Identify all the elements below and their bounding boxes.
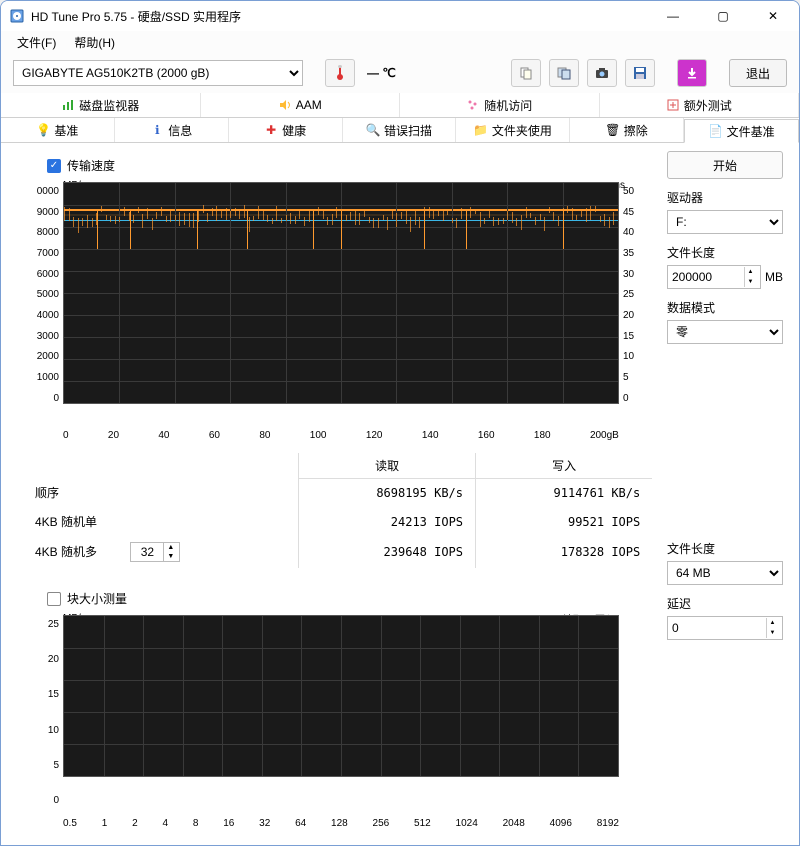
tab-random-access[interactable]: 随机访问	[400, 93, 600, 117]
app-icon	[9, 8, 25, 24]
rnd1-write: 99521 IOPS	[476, 507, 653, 536]
exit-button[interactable]: 退出	[729, 59, 787, 87]
filelen2-select[interactable]: 64 MB	[667, 561, 783, 585]
tab-health[interactable]: ✚健康	[229, 118, 343, 142]
save-icon[interactable]	[625, 59, 655, 87]
tab-extra-tests[interactable]: 额外测试	[600, 93, 800, 117]
file-icon: 📄	[709, 124, 723, 138]
transfer-speed-label: 传输速度	[67, 157, 115, 174]
seq-write: 9114761 KB/s	[476, 478, 653, 507]
rndm-write: 178328 IOPS	[476, 536, 653, 568]
tab-error-scan[interactable]: 🔍错误扫描	[343, 118, 457, 142]
filelen-label: 文件长度	[667, 244, 783, 261]
x-axis-2: 0.512481632641282565121024204840968192	[17, 814, 655, 829]
toolbar: GIGABYTE AG510K2TB (2000 gB) — ℃ 退出	[1, 53, 799, 93]
delay-input[interactable]: ▲▼	[667, 616, 783, 640]
block-chart: MB/s 读取 写入 2520151050	[17, 615, 655, 810]
temperature-value: — ℃	[367, 66, 396, 80]
dots-icon	[466, 98, 480, 112]
tab-file-benchmark[interactable]: 📄文件基准	[684, 119, 799, 143]
transfer-speed-row: ✓ 传输速度	[47, 157, 655, 174]
filelen-unit: MB	[765, 270, 783, 284]
close-button[interactable]: ✕	[751, 2, 795, 30]
rndm-read: 239648 IOPS	[299, 536, 476, 568]
screenshot-icon[interactable]	[587, 59, 617, 87]
main-panel: ✓ 传输速度 MB/s ms 0000900080007000600050004…	[17, 151, 655, 829]
maximize-button[interactable]: ▢	[701, 2, 745, 30]
tab-erase[interactable]: 🗑擦除	[570, 118, 684, 142]
search-icon: 🔍	[366, 123, 380, 137]
chart-icon	[61, 98, 75, 112]
bulb-icon: 💡	[36, 123, 50, 137]
block-size-row: 块大小测量	[47, 590, 655, 607]
queue-depth-spinner[interactable]: ▲▼	[130, 542, 180, 562]
y-axis-left-2: 2520151050	[17, 615, 63, 810]
speaker-icon	[278, 98, 292, 112]
menu-file[interactable]: 文件(F)	[9, 32, 64, 53]
copy-text-icon[interactable]	[511, 59, 541, 87]
delay-label: 延迟	[667, 595, 783, 612]
drive-select[interactable]: GIGABYTE AG510K2TB (2000 gB)	[13, 60, 303, 86]
rnd1-read: 24213 IOPS	[299, 507, 476, 536]
plot-area-2	[63, 615, 619, 777]
drive-label: 驱动器	[667, 189, 783, 206]
side-panel: 开始 驱动器 F: 文件长度 ▲▼ MB 数据模式 零 文件长度 64 MB	[667, 151, 783, 829]
filelen2-label: 文件长度	[667, 540, 783, 557]
download-icon[interactable]	[677, 59, 707, 87]
transfer-speed-checkbox[interactable]: ✓	[47, 159, 61, 173]
folder-icon: 📁	[474, 123, 488, 137]
y-axis-right: 50454035302520151050	[619, 182, 655, 422]
content: ✓ 传输速度 MB/s ms 0000900080007000600050004…	[1, 143, 799, 845]
pattern-label: 数据模式	[667, 299, 783, 316]
tabs-bottom: 💡基准 ℹ信息 ✚健康 🔍错误扫描 📁文件夹使用 🗑擦除 📄文件基准	[1, 118, 799, 143]
seq-read: 8698195 KB/s	[299, 478, 476, 507]
row-sequential: 顺序 8698195 KB/s 9114761 KB/s	[27, 478, 652, 507]
copy-screenshot-icon[interactable]	[549, 59, 579, 87]
health-icon: ✚	[264, 123, 278, 137]
plot-area-1	[63, 182, 619, 404]
menubar: 文件(F) 帮助(H)	[1, 31, 799, 53]
window-title: HD Tune Pro 5.75 - 硬盘/SSD 实用程序	[31, 8, 645, 25]
block-size-label: 块大小测量	[67, 590, 127, 607]
row-4k-single: 4KB 随机单 24213 IOPS 99521 IOPS	[27, 507, 652, 536]
trash-icon: 🗑	[606, 123, 620, 137]
transfer-chart: MB/s ms 00009000800070006000500040003000…	[17, 182, 655, 422]
filelen-input[interactable]: ▲▼	[667, 265, 761, 289]
tab-aam[interactable]: AAM	[201, 93, 401, 117]
titlebar: HD Tune Pro 5.75 - 硬盘/SSD 实用程序 — ▢ ✕	[1, 1, 799, 31]
pattern-select[interactable]: 零	[667, 320, 783, 344]
app-window: HD Tune Pro 5.75 - 硬盘/SSD 实用程序 — ▢ ✕ 文件(…	[0, 0, 800, 846]
start-button[interactable]: 开始	[667, 151, 783, 179]
tab-info[interactable]: ℹ信息	[115, 118, 229, 142]
tab-folder-usage[interactable]: 📁文件夹使用	[456, 118, 570, 142]
y-axis-left: 0000900080007000600050004000300020001000…	[17, 182, 63, 422]
block-size-checkbox[interactable]	[47, 592, 61, 606]
col-write: 写入	[476, 453, 653, 479]
row-4k-multi: 4KB 随机多 ▲▼ 239648 IOPS 178328 IOPS	[27, 536, 652, 568]
tabs-top: 磁盘监视器 AAM 随机访问 额外测试	[1, 93, 799, 118]
tab-disk-monitor[interactable]: 磁盘监视器	[1, 93, 201, 117]
temperature-icon[interactable]	[325, 59, 355, 87]
tab-benchmark[interactable]: 💡基准	[1, 118, 115, 142]
x-axis-1: 020406080100120140160180200gB	[17, 426, 655, 441]
col-read: 读取	[299, 453, 476, 479]
drive-letter-select[interactable]: F:	[667, 210, 783, 234]
plus-icon	[666, 98, 680, 112]
minimize-button[interactable]: —	[651, 2, 695, 30]
info-icon: ℹ	[150, 123, 164, 137]
menu-help[interactable]: 帮助(H)	[66, 32, 123, 53]
results-table: 读取 写入 顺序 8698195 KB/s 9114761 KB/s 4KB 随…	[17, 453, 655, 569]
